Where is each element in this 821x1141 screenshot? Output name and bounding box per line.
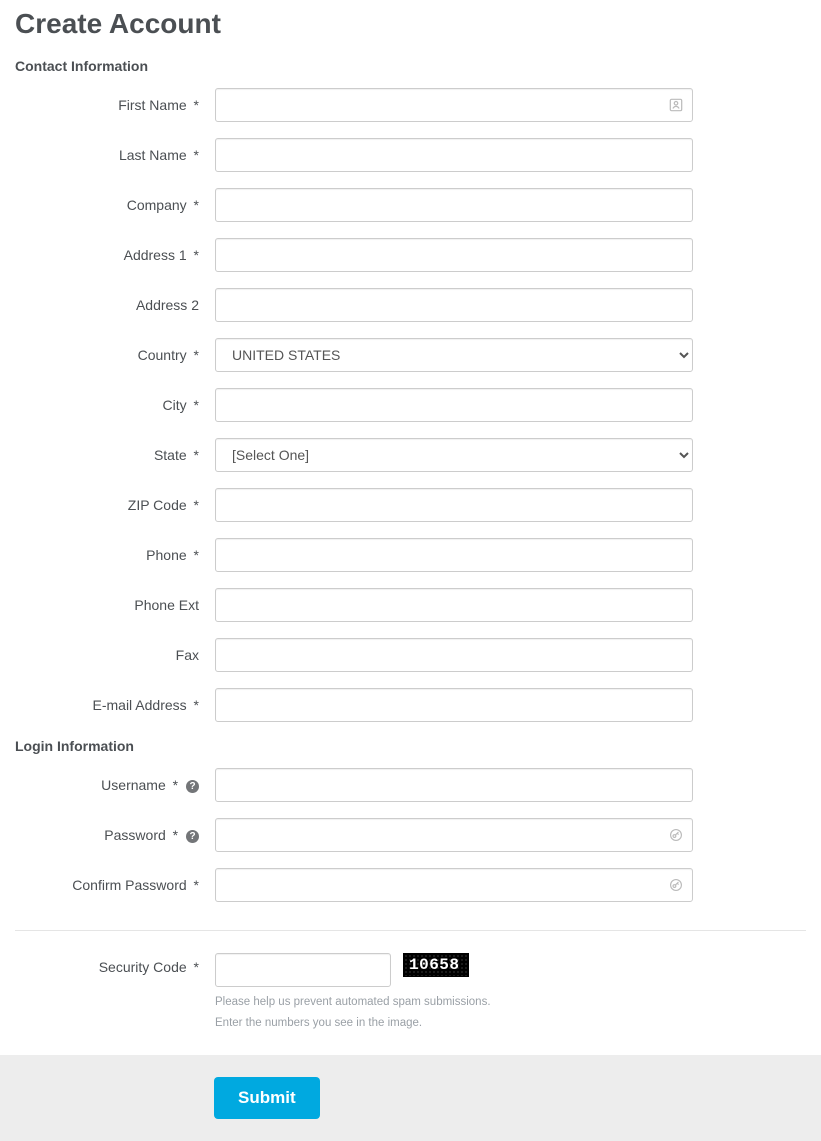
form-divider	[15, 930, 806, 931]
required-mark: *	[173, 777, 178, 793]
username-input[interactable]	[215, 768, 693, 802]
security-code-label: Security Code	[99, 959, 187, 975]
password-help-icon[interactable]: ?	[186, 830, 199, 843]
email-label: E-mail Address	[93, 697, 187, 713]
row-zip: ZIP Code *	[15, 488, 806, 522]
required-mark: *	[194, 877, 199, 893]
captcha-hint-1: Please help us prevent automated spam su…	[215, 993, 693, 1011]
state-select[interactable]: [Select One]	[215, 438, 693, 472]
row-address1: Address 1 *	[15, 238, 806, 272]
required-mark: *	[194, 497, 199, 513]
row-country: Country * UNITED STATES	[15, 338, 806, 372]
required-mark: *	[194, 197, 199, 213]
first-name-input[interactable]	[215, 88, 693, 122]
confirm-password-label: Confirm Password	[72, 877, 186, 893]
required-mark: *	[194, 397, 199, 413]
address2-input[interactable]	[215, 288, 693, 322]
required-mark: *	[194, 147, 199, 163]
required-mark: *	[173, 827, 178, 843]
row-username: Username * ?	[15, 768, 806, 802]
row-first-name: First Name *	[15, 88, 806, 122]
address1-label: Address 1	[124, 247, 187, 263]
required-mark: *	[194, 447, 199, 463]
fax-input[interactable]	[215, 638, 693, 672]
fax-label: Fax	[176, 647, 199, 663]
confirm-password-input[interactable]	[215, 868, 693, 902]
phone-ext-label: Phone Ext	[134, 597, 199, 613]
required-mark: *	[194, 347, 199, 363]
company-label: Company	[127, 197, 187, 213]
phone-ext-input[interactable]	[215, 588, 693, 622]
phone-input[interactable]	[215, 538, 693, 572]
page-title: Create Account	[15, 8, 806, 40]
security-code-input[interactable]	[215, 953, 391, 987]
username-help-icon[interactable]: ?	[186, 780, 199, 793]
login-info-heading: Login Information	[15, 738, 806, 754]
password-label: Password	[104, 827, 165, 843]
required-mark: *	[194, 697, 199, 713]
country-select[interactable]: UNITED STATES	[215, 338, 693, 372]
row-address2: Address 2	[15, 288, 806, 322]
row-phone: Phone *	[15, 538, 806, 572]
required-mark: *	[194, 247, 199, 263]
required-mark: *	[194, 959, 199, 975]
state-label: State	[154, 447, 187, 463]
row-password: Password * ?	[15, 818, 806, 852]
username-label: Username	[101, 777, 166, 793]
city-input[interactable]	[215, 388, 693, 422]
row-confirm-password: Confirm Password *	[15, 868, 806, 902]
row-fax: Fax	[15, 638, 806, 672]
email-input[interactable]	[215, 688, 693, 722]
last-name-input[interactable]	[215, 138, 693, 172]
zip-label: ZIP Code	[128, 497, 187, 513]
address1-input[interactable]	[215, 238, 693, 272]
last-name-label: Last Name	[119, 147, 187, 163]
first-name-label: First Name	[118, 97, 186, 113]
password-input[interactable]	[215, 818, 693, 852]
submit-bar: Submit	[0, 1055, 821, 1141]
row-email: E-mail Address *	[15, 688, 806, 722]
phone-label: Phone	[146, 547, 186, 563]
country-label: Country	[138, 347, 187, 363]
company-input[interactable]	[215, 188, 693, 222]
contact-info-heading: Contact Information	[15, 58, 806, 74]
required-mark: *	[194, 97, 199, 113]
required-mark: *	[194, 547, 199, 563]
row-city: City *	[15, 388, 806, 422]
captcha-image: 10658	[403, 953, 469, 977]
address2-label: Address 2	[136, 297, 199, 313]
row-last-name: Last Name *	[15, 138, 806, 172]
row-company: Company *	[15, 188, 806, 222]
row-security-code: Security Code * 10658 Please help us pre…	[15, 953, 806, 1033]
city-label: City	[163, 397, 187, 413]
zip-input[interactable]	[215, 488, 693, 522]
row-state: State * [Select One]	[15, 438, 806, 472]
row-phone-ext: Phone Ext	[15, 588, 806, 622]
submit-button[interactable]: Submit	[214, 1077, 320, 1119]
